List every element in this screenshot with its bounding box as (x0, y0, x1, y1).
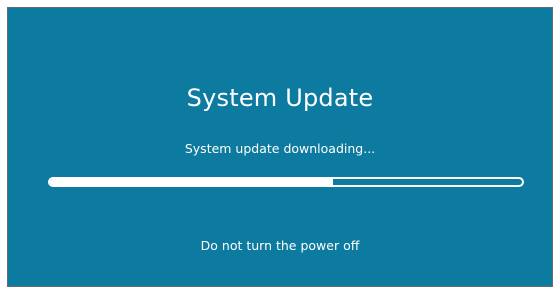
power-warning-text: Do not turn the power off (200, 238, 360, 253)
download-progress-bar (48, 177, 524, 187)
system-update-screen: System Update System update downloading.… (7, 7, 553, 287)
update-title: System Update (186, 84, 374, 112)
download-status-text: System update downloading... (184, 141, 376, 156)
download-progress-fill (50, 179, 334, 185)
